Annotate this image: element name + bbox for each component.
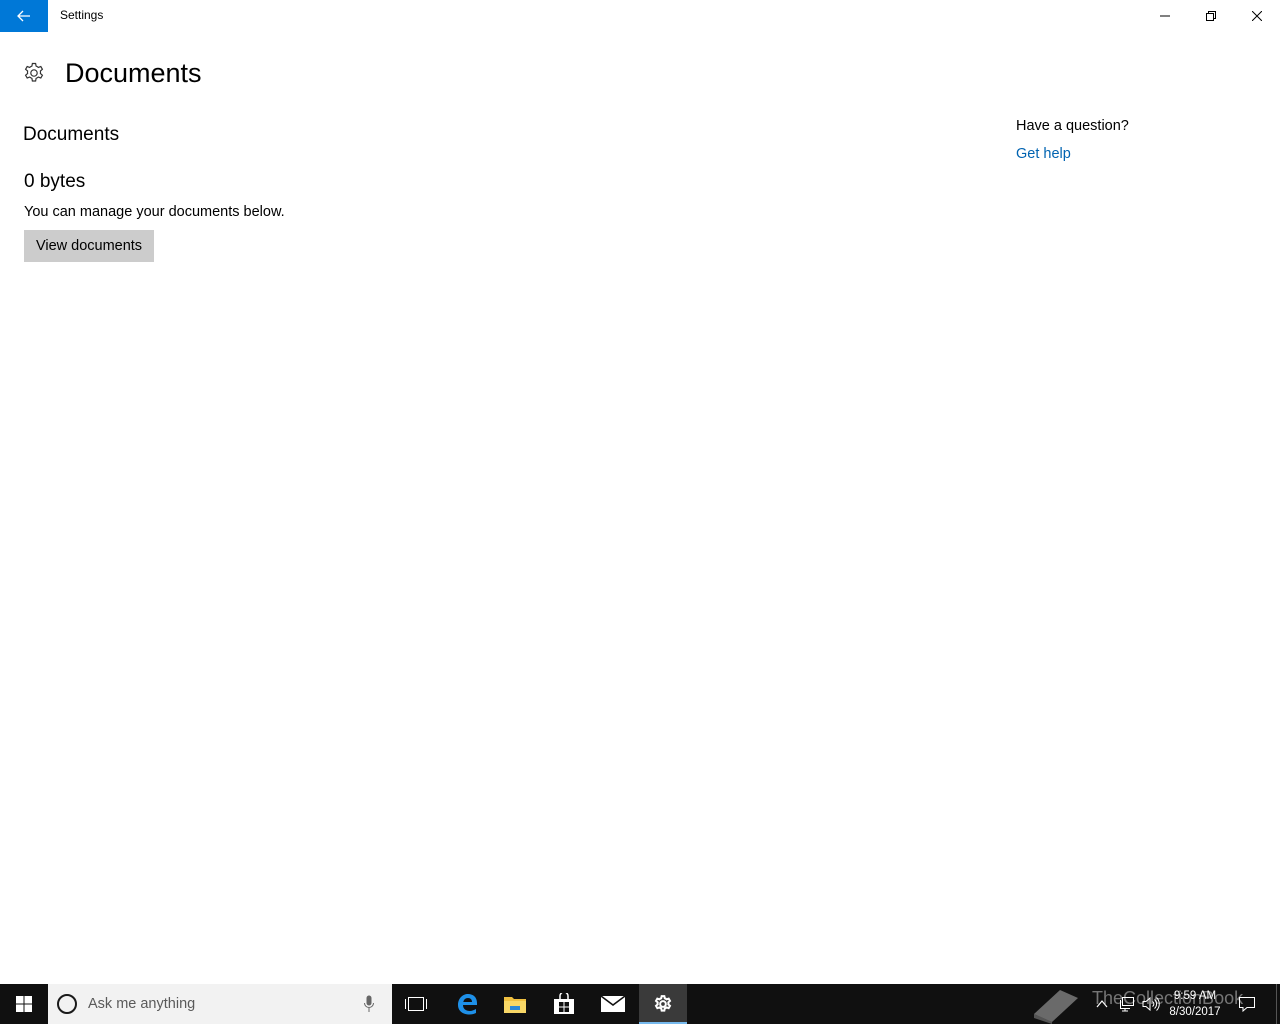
help-question: Have a question? — [1016, 118, 1129, 134]
mail-taskbar-button[interactable] — [589, 984, 637, 1024]
microphone-icon[interactable] — [364, 995, 374, 1013]
show-hidden-icons-button[interactable] — [1092, 984, 1112, 1024]
close-button[interactable] — [1234, 0, 1280, 32]
volume-icon — [1142, 996, 1160, 1012]
page-title: Documents — [65, 57, 202, 88]
taskbar: Ask me anything TheCollectionBook 9:59 A… — [0, 984, 1280, 1024]
file-explorer-taskbar-button[interactable] — [491, 984, 539, 1024]
edge-icon — [458, 994, 477, 1015]
action-center-icon — [1239, 997, 1255, 1012]
network-icon — [1120, 997, 1134, 1012]
minimize-button[interactable] — [1142, 0, 1188, 32]
documents-size: 0 bytes — [24, 171, 86, 192]
book-watermark-icon — [1034, 990, 1078, 1024]
title-bar: Settings — [0, 0, 1280, 32]
view-documents-button[interactable]: View documents — [24, 230, 154, 262]
mail-icon — [601, 996, 625, 1012]
back-arrow-icon — [17, 10, 30, 22]
section-description: You can manage your documents below. — [24, 204, 285, 220]
settings-gear-icon — [654, 995, 672, 1012]
close-icon — [1252, 11, 1262, 21]
folder-icon — [504, 997, 526, 1013]
clock[interactable]: 9:59 AM 8/30/2017 — [1165, 988, 1225, 1020]
edge-taskbar-button[interactable] — [443, 984, 491, 1024]
clock-date: 8/30/2017 — [1169, 1006, 1221, 1018]
cortana-icon — [57, 994, 77, 1014]
search-box[interactable]: Ask me anything — [48, 984, 392, 1024]
section-title: Documents — [23, 124, 120, 145]
settings-taskbar-button[interactable] — [639, 984, 687, 1024]
gear-icon — [24, 62, 44, 82]
chevron-up-icon — [1096, 1000, 1108, 1008]
action-center-button[interactable] — [1236, 984, 1258, 1024]
restore-icon — [1206, 11, 1216, 21]
task-view-button[interactable] — [392, 984, 440, 1024]
page-header: Documents — [22, 56, 202, 90]
get-help-link[interactable]: Get help — [1016, 146, 1071, 162]
volume-tray-button[interactable] — [1140, 984, 1162, 1024]
store-taskbar-button[interactable] — [540, 984, 588, 1024]
window-title: Settings — [60, 8, 104, 22]
show-desktop-button[interactable] — [1276, 984, 1280, 1024]
windows-logo-icon — [16, 996, 32, 1012]
task-view-icon — [405, 997, 427, 1011]
back-button[interactable] — [0, 0, 48, 32]
restore-button[interactable] — [1188, 0, 1234, 32]
start-button[interactable] — [0, 984, 48, 1024]
search-placeholder: Ask me anything — [88, 996, 196, 1012]
network-tray-button[interactable] — [1116, 984, 1138, 1024]
clock-time: 9:59 AM — [1173, 990, 1217, 1002]
store-icon — [554, 993, 574, 1014]
minimize-icon — [1160, 15, 1170, 17]
